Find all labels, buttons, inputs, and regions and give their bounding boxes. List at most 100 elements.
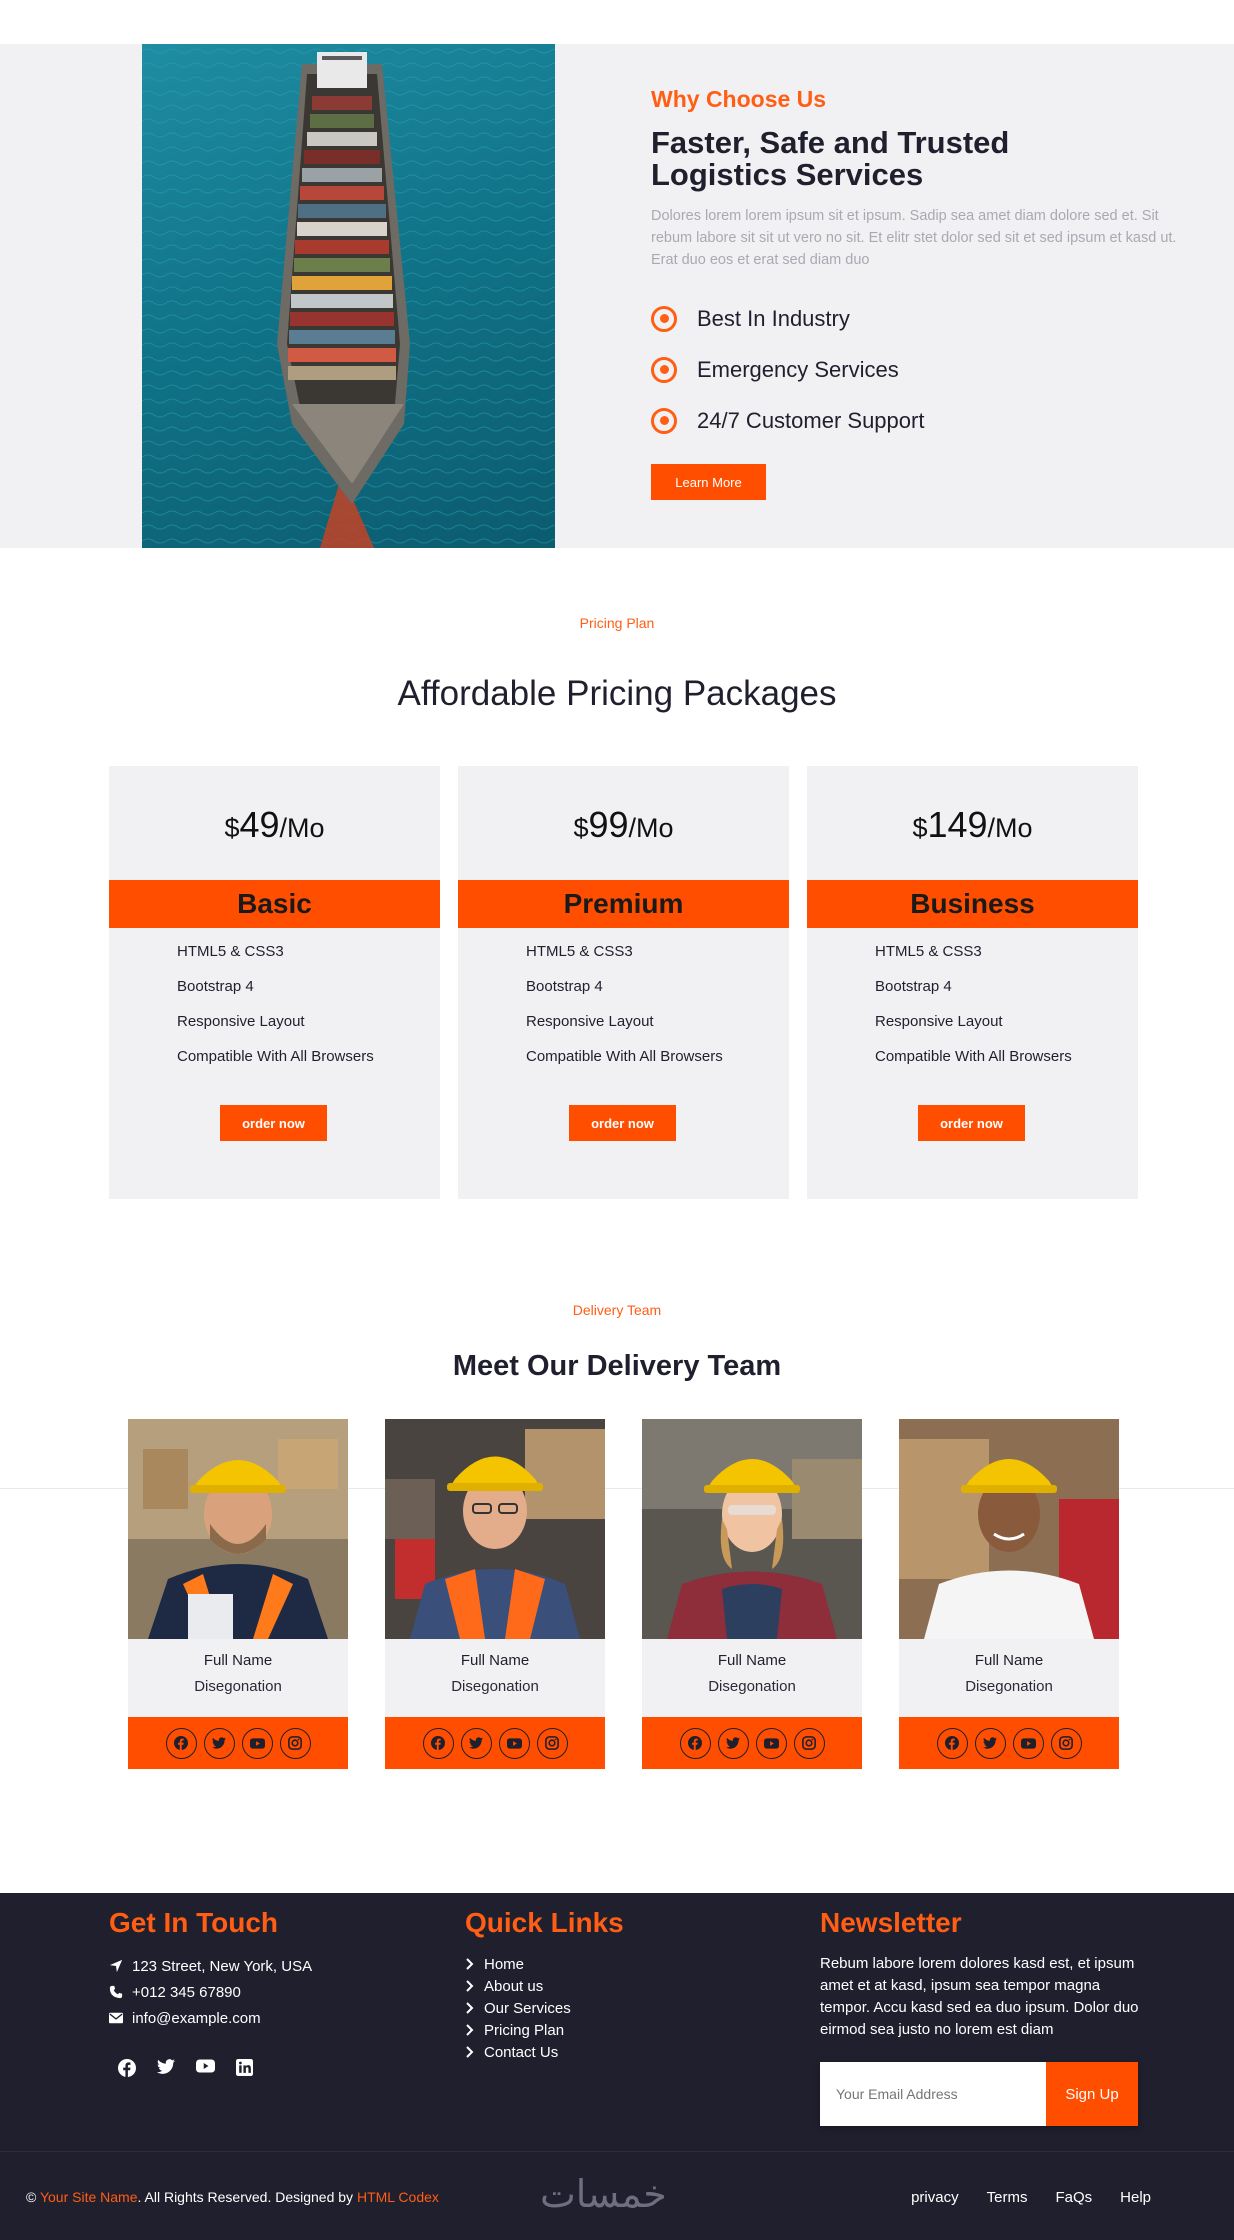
- plan-feature: HTML5 & CSS3: [875, 943, 982, 960]
- plan-feature: Bootstrap 4: [875, 978, 952, 995]
- member-name: Full Name: [203, 1652, 273, 1669]
- price-amount: $149/Mo: [912, 804, 1033, 845]
- social-links: [385, 1717, 605, 1769]
- team-member-card: Full Name Disegonation: [128, 1419, 348, 1769]
- linkedin-icon[interactable]: [236, 2059, 253, 2082]
- contact-address: 123 Street, New York, USA: [109, 1953, 312, 1979]
- instagram-icon[interactable]: [279, 1727, 311, 1759]
- privacy-link[interactable]: privacy: [911, 2189, 959, 2206]
- team-member-info: Full Name Disegonation: [899, 1639, 1119, 1717]
- site-name-link[interactable]: Your Site Name: [40, 2189, 138, 2205]
- youtube-icon[interactable]: [241, 1727, 273, 1759]
- twitter-icon[interactable]: [460, 1727, 492, 1759]
- dot-circle-icon: [651, 356, 677, 383]
- section-description: Dolores lorem lorem ipsum sit et ipsum. …: [651, 208, 1177, 268]
- team-member-card: Full Name Disegonation: [642, 1419, 862, 1769]
- why-content: Why Choose Us Faster, Safe and Trusted L…: [651, 86, 1211, 500]
- learn-more-button[interactable]: Learn More: [651, 464, 766, 500]
- footer-contact: Get In Touch 123 Street, New York, USA +…: [109, 1907, 312, 2082]
- order-now-button[interactable]: order now: [569, 1105, 676, 1141]
- twitter-icon[interactable]: [157, 2059, 175, 2082]
- sign-up-button[interactable]: Sign Up: [1046, 2062, 1138, 2126]
- member-designation: Disegonation: [194, 1678, 282, 1695]
- instagram-icon[interactable]: [793, 1727, 825, 1759]
- plan-feature: Bootstrap 4: [177, 978, 254, 995]
- plan-features: HTML5 & CSS3 Bootstrap 4 Responsive Layo…: [526, 934, 723, 1074]
- footer-link-services[interactable]: Our Services: [465, 1997, 624, 2019]
- instagram-icon[interactable]: [1050, 1727, 1082, 1759]
- social-links: [899, 1717, 1119, 1769]
- plan-feature: HTML5 & CSS3: [526, 943, 633, 960]
- facebook-icon[interactable]: [679, 1727, 711, 1759]
- team-member-info: Full Name Disegonation: [642, 1639, 862, 1717]
- plan-feature: Compatible With All Browsers: [177, 1048, 374, 1065]
- footer-bottom-links: privacy Terms FaQs Help: [911, 2189, 1151, 2206]
- chevron-right-icon: [466, 1980, 474, 1992]
- team-member-info: Full Name Disegonation: [385, 1639, 605, 1717]
- footer-heading: Quick Links: [465, 1907, 624, 1938]
- member-designation: Disegonation: [965, 1678, 1053, 1695]
- feature-item: Emergency Services: [651, 344, 1211, 395]
- footer-bottom: © Your Site Name. All Rights Reserved. D…: [0, 2151, 1234, 2240]
- pricing-card-premium: $99/Mo Premium HTML5 & CSS3 Bootstrap 4 …: [458, 766, 789, 1199]
- plan-feature: Responsive Layout: [177, 1013, 305, 1030]
- facebook-icon[interactable]: [936, 1727, 968, 1759]
- member-designation: Disegonation: [708, 1678, 796, 1695]
- plan-feature: Compatible With All Browsers: [526, 1048, 723, 1065]
- facebook-icon[interactable]: [165, 1727, 197, 1759]
- chevron-right-icon: [466, 1958, 474, 1970]
- plan-feature: HTML5 & CSS3: [177, 943, 284, 960]
- footer-quick-links: Quick Links Home About us Our Services P…: [465, 1907, 624, 2063]
- footer: Get In Touch 123 Street, New York, USA +…: [0, 1893, 1234, 2240]
- watermark: خمسات: [540, 2172, 667, 2216]
- cargo-ship-illustration: [142, 44, 555, 548]
- footer-link-home[interactable]: Home: [465, 1953, 624, 1975]
- team-member-info: Full Name Disegonation: [128, 1639, 348, 1717]
- instagram-icon[interactable]: [536, 1727, 568, 1759]
- footer-newsletter: Newsletter Rebum labore lorem dolores ka…: [820, 1907, 1140, 2126]
- youtube-icon[interactable]: [755, 1727, 787, 1759]
- team-member-photo: [899, 1419, 1119, 1639]
- order-now-button[interactable]: order now: [918, 1105, 1025, 1141]
- contact-phone: +012 345 67890: [109, 1979, 312, 2005]
- plan-name: Business: [807, 880, 1138, 928]
- team-title: Meet Our Delivery Team: [452, 1350, 782, 1382]
- feature-label: Emergency Services: [697, 356, 899, 382]
- newsletter-text: Rebum labore lorem dolores kasd est, et …: [820, 1955, 1139, 2038]
- youtube-icon[interactable]: [1012, 1727, 1044, 1759]
- footer-link-contact[interactable]: Contact Us: [465, 2041, 624, 2063]
- facebook-icon[interactable]: [422, 1727, 454, 1759]
- dot-circle-icon: [651, 407, 677, 434]
- plan-feature: Compatible With All Browsers: [875, 1048, 1072, 1065]
- footer-link-pricing[interactable]: Pricing Plan: [465, 2019, 624, 2041]
- designer-link[interactable]: HTML Codex: [357, 2189, 439, 2205]
- twitter-icon[interactable]: [717, 1727, 749, 1759]
- twitter-icon[interactable]: [203, 1727, 235, 1759]
- footer-heading: Get In Touch: [109, 1907, 279, 1938]
- order-now-button[interactable]: order now: [220, 1105, 327, 1141]
- social-links: [128, 1717, 348, 1769]
- member-name: Full Name: [717, 1652, 787, 1669]
- newsletter-form: Sign Up: [820, 2062, 1138, 2126]
- plan-name: Basic: [109, 880, 440, 928]
- team-kicker: Delivery Team: [572, 1302, 662, 1318]
- pricing-title: Affordable Pricing Packages: [397, 674, 837, 713]
- chevron-right-icon: [466, 2002, 474, 2014]
- youtube-icon[interactable]: [196, 2059, 215, 2082]
- team-member-photo: [128, 1419, 348, 1639]
- twitter-icon[interactable]: [974, 1727, 1006, 1759]
- feature-label: 24/7 Customer Support: [697, 407, 925, 433]
- plan-features: HTML5 & CSS3 Bootstrap 4 Responsive Layo…: [875, 934, 1072, 1074]
- help-link[interactable]: Help: [1120, 2189, 1151, 2206]
- faqs-link[interactable]: FaQs: [1055, 2189, 1092, 2206]
- chevron-right-icon: [466, 2024, 474, 2036]
- price-amount: $99/Mo: [573, 804, 674, 845]
- youtube-icon[interactable]: [498, 1727, 530, 1759]
- copyright: © Your Site Name. All Rights Reserved. D…: [26, 2189, 439, 2205]
- footer-link-about[interactable]: About us: [465, 1975, 624, 1997]
- feature-item: Best In Industry: [651, 293, 1211, 344]
- facebook-icon[interactable]: [118, 2059, 136, 2082]
- terms-link[interactable]: Terms: [987, 2189, 1028, 2206]
- email-input[interactable]: [820, 2062, 1046, 2126]
- plan-feature: Responsive Layout: [875, 1013, 1003, 1030]
